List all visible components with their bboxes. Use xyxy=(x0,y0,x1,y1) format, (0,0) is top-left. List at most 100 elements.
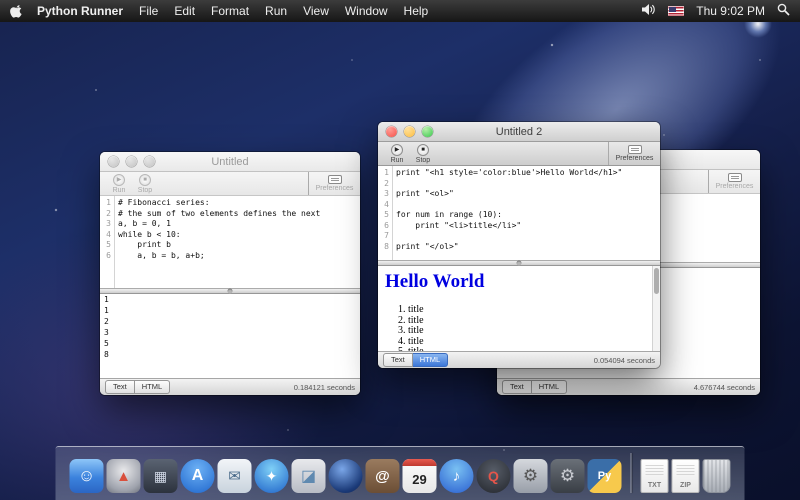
line-number: 5 xyxy=(378,210,392,221)
zip-file-dock-icon[interactable]: ZIP xyxy=(672,459,700,493)
calendar-dock-icon[interactable]: 29 xyxy=(403,459,437,493)
close-button[interactable] xyxy=(108,156,119,167)
window-untitled: Untitled ▶ Run ■ Stop Preferences 1 # Fib… xyxy=(100,152,360,395)
output-line: 3 xyxy=(100,327,360,338)
stop-label: Stop xyxy=(138,187,152,194)
desktop: Python Runner File Edit Format Run View … xyxy=(0,0,800,500)
text-toggle[interactable]: Text xyxy=(502,380,532,394)
dock: ☺ ▲ ▦ A ✉ ✦ ◪ @ 29 ♪ Q ⚙ ⚙ Py TXT ZIP xyxy=(56,446,745,500)
txt-file-dock-icon[interactable]: TXT xyxy=(641,459,669,493)
text-toggle[interactable]: Text xyxy=(105,380,135,394)
html-toggle[interactable]: HTML xyxy=(413,353,448,367)
globe-dock-icon[interactable] xyxy=(329,459,363,493)
output-line: 8 xyxy=(100,349,360,360)
menu-bar-clock[interactable]: Thu 9:02 PM xyxy=(696,4,765,18)
html-toggle[interactable]: HTML xyxy=(135,380,170,394)
zoom-button[interactable] xyxy=(144,156,155,167)
output-area[interactable]: 1 1 2 3 5 8 xyxy=(100,294,360,378)
mission-control-dock-icon[interactable]: ▦ xyxy=(144,459,178,493)
html-toggle[interactable]: HTML xyxy=(532,380,567,394)
rendered-list-item: title xyxy=(408,337,660,348)
spotlight-icon[interactable] xyxy=(777,3,790,19)
preferences-icon xyxy=(328,175,342,184)
menu-window[interactable]: Window xyxy=(345,4,388,18)
trash-dock-icon[interactable] xyxy=(703,459,731,493)
preview-dock-icon[interactable]: ◪ xyxy=(292,459,326,493)
apple-menu[interactable] xyxy=(10,4,23,19)
status-bar: Text HTML 0.054094 seconds xyxy=(378,351,660,368)
line-number: 2 xyxy=(100,209,114,220)
code-line: print "<ol>" xyxy=(396,189,454,200)
execution-time: 0.054094 seconds xyxy=(594,356,655,365)
text-toggle[interactable]: Text xyxy=(383,353,413,367)
code-line: print "<li>title</li>" xyxy=(396,221,521,232)
line-number: 5 xyxy=(100,240,114,251)
line-number: 1 xyxy=(100,198,114,209)
stop-button[interactable]: ■ Stop xyxy=(132,172,158,195)
line-number: 3 xyxy=(378,189,392,200)
safari-dock-icon[interactable]: ✦ xyxy=(255,459,289,493)
vertical-scrollbar[interactable] xyxy=(652,266,660,351)
contacts-dock-icon[interactable]: @ xyxy=(366,459,400,493)
status-bar: Text HTML 4.676744 seconds xyxy=(497,378,760,395)
utilities-dock-icon[interactable]: ⚙ xyxy=(551,459,585,493)
launchpad-dock-icon[interactable]: ▲ xyxy=(107,459,141,493)
menu-run[interactable]: Run xyxy=(265,4,287,18)
code-line: # the sum of two elements defines the ne… xyxy=(118,209,320,220)
output-line: 5 xyxy=(100,338,360,349)
menu-view[interactable]: View xyxy=(303,4,329,18)
code-editor[interactable]: 1print "<h1 style='color:blue'>Hello Wor… xyxy=(378,166,660,260)
minimize-button[interactable] xyxy=(126,156,137,167)
preferences-button[interactable]: Preferences xyxy=(708,170,760,193)
html-output-area[interactable]: Hello World title title title title titl… xyxy=(378,266,660,351)
app-menu-title[interactable]: Python Runner xyxy=(37,4,123,18)
finder-dock-icon[interactable]: ☺ xyxy=(70,459,104,493)
stop-button[interactable]: ■ Stop xyxy=(410,142,436,165)
title-bar[interactable]: Untitled 2 xyxy=(378,122,660,142)
run-button[interactable]: ▶ Run xyxy=(106,172,132,195)
zoom-button[interactable] xyxy=(422,126,433,137)
code-line: a, b = b, a+b; xyxy=(118,251,205,262)
window-title: Untitled 2 xyxy=(378,126,660,138)
code-line: print "<h1 style='color:blue'>Hello Worl… xyxy=(396,168,622,179)
splitter-grip-icon xyxy=(517,261,522,266)
rendered-list-item: title xyxy=(408,305,660,316)
menu-format[interactable]: Format xyxy=(211,4,249,18)
preferences-label: Preferences xyxy=(616,155,654,162)
python-runner-dock-icon[interactable]: Py xyxy=(588,459,622,493)
line-number: 6 xyxy=(100,251,114,262)
itunes-dock-icon[interactable]: ♪ xyxy=(440,459,474,493)
title-bar[interactable]: Untitled xyxy=(100,152,360,172)
output-line: 2 xyxy=(100,316,360,327)
line-number: 3 xyxy=(100,219,114,230)
menu-edit[interactable]: Edit xyxy=(174,4,195,18)
minimize-button[interactable] xyxy=(404,126,415,137)
execution-time: 4.676744 seconds xyxy=(694,383,755,392)
code-editor[interactable]: 1 # Fibonacci series: 2 # the sum of two e… xyxy=(100,196,360,288)
rendered-list-item: title xyxy=(408,347,660,351)
rendered-list-item: title xyxy=(408,326,660,337)
close-button[interactable] xyxy=(386,126,397,137)
line-number: 4 xyxy=(378,200,392,211)
app-store-dock-icon[interactable]: A xyxy=(181,459,215,493)
rendered-heading: Hello World xyxy=(385,271,660,293)
dock-separator xyxy=(631,453,632,493)
preferences-icon xyxy=(628,145,642,154)
volume-icon[interactable] xyxy=(642,4,656,18)
quicktime-dock-icon[interactable]: Q xyxy=(477,459,511,493)
system-preferences-dock-icon[interactable]: ⚙ xyxy=(514,459,548,493)
code-line: # Fibonacci series: xyxy=(118,198,210,209)
run-button[interactable]: ▶ Run xyxy=(384,142,410,165)
preferences-button[interactable]: Preferences xyxy=(608,142,660,165)
code-line: while b < 10: xyxy=(118,230,181,241)
input-source-flag-icon[interactable] xyxy=(668,6,684,16)
apple-icon xyxy=(10,4,23,19)
menu-help[interactable]: Help xyxy=(404,4,429,18)
menu-file[interactable]: File xyxy=(139,4,158,18)
status-bar: Text HTML 0.184121 seconds xyxy=(100,378,360,395)
scrollbar-thumb[interactable] xyxy=(654,268,659,294)
preferences-button[interactable]: Preferences xyxy=(308,172,360,195)
stop-icon: ■ xyxy=(139,174,151,186)
mail-dock-icon[interactable]: ✉ xyxy=(218,459,252,493)
line-number: 6 xyxy=(378,221,392,232)
